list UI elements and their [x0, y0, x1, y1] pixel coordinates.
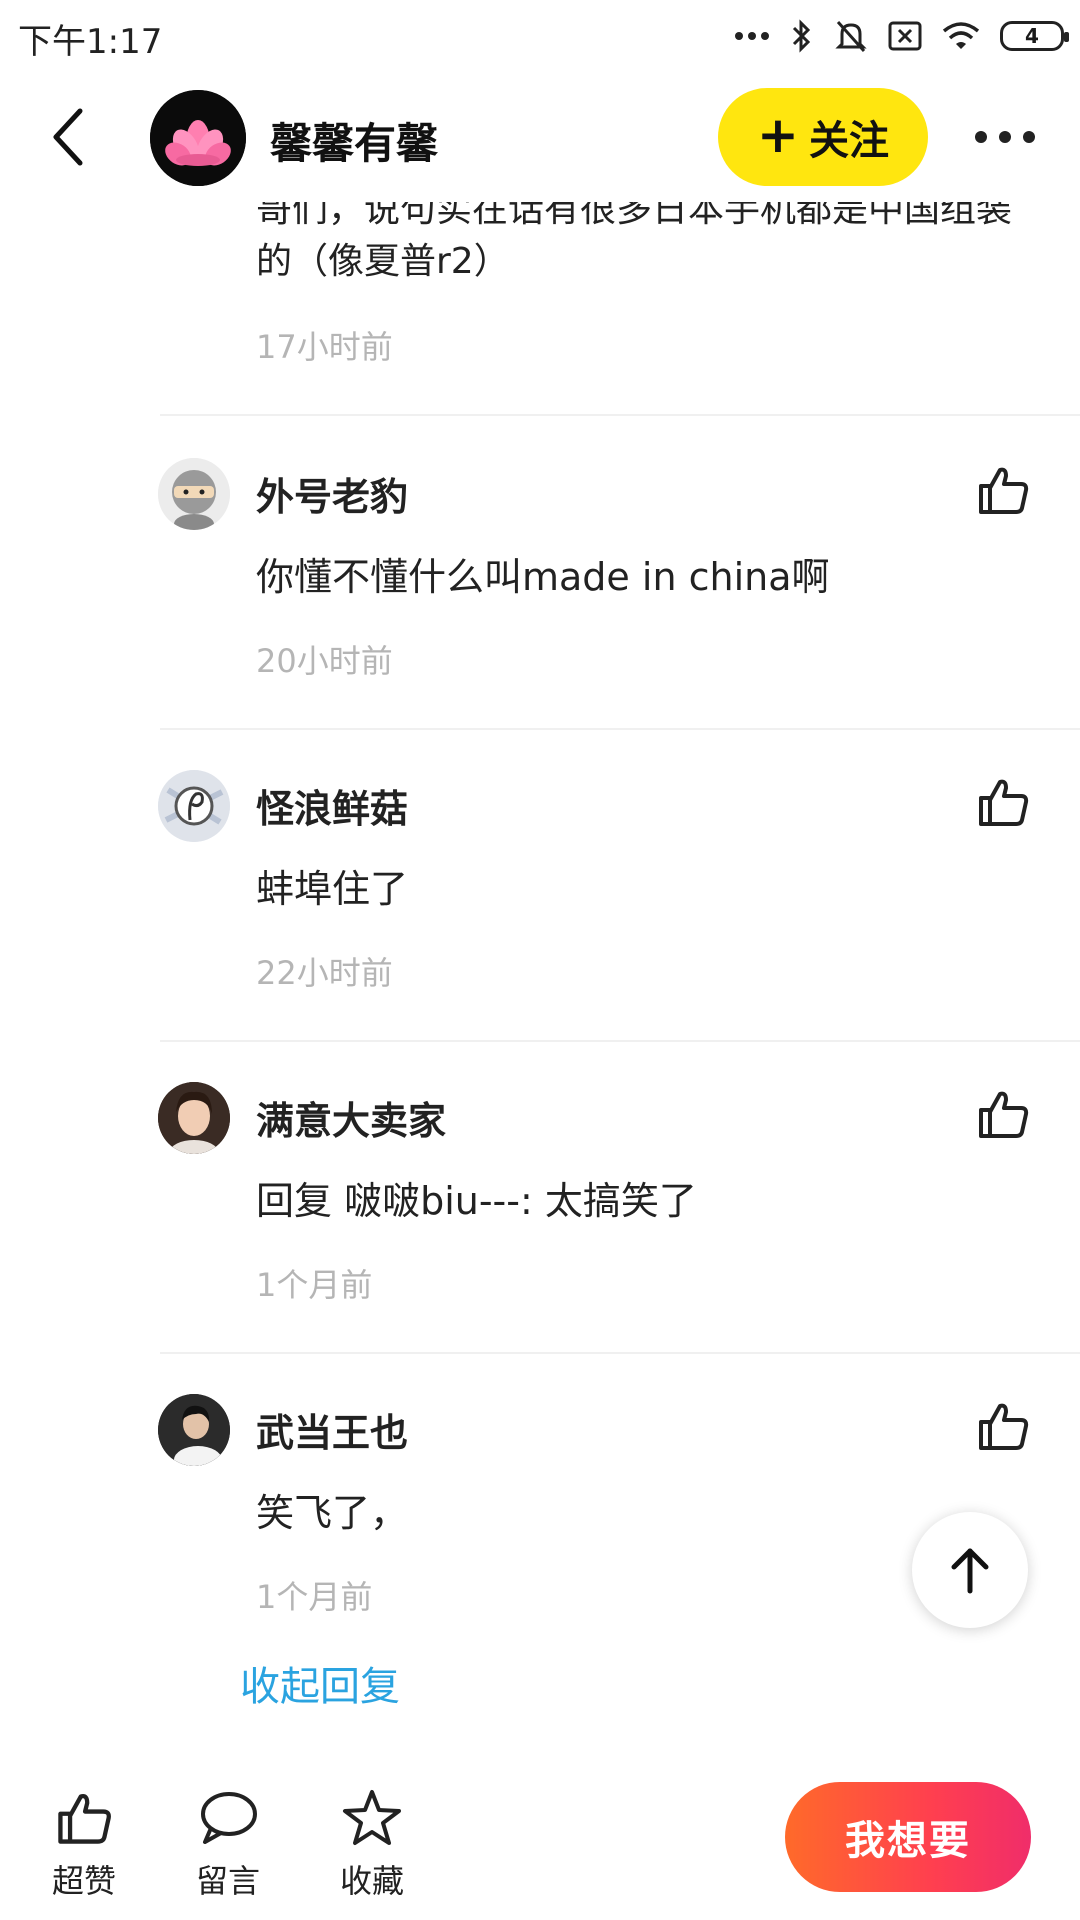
- bottom-action-bar: 超赞 留言 收藏 我想要: [0, 1762, 1080, 1920]
- sticker-avatar-icon: [158, 770, 230, 842]
- comment-text: 哥们，说句实在话有很多日本手机都是中国组装的（像夏普r2）: [256, 202, 1013, 282]
- comment-text: 回复 啵啵biu---: 太搞笑了: [256, 1179, 697, 1223]
- comment-time: 20小时前: [256, 642, 393, 680]
- commenter-name[interactable]: 满意大卖家: [256, 1090, 446, 1145]
- status-icons: 4: [734, 16, 1069, 56]
- commenter-avatar[interactable]: [158, 770, 230, 842]
- comment-item[interactable]: 怪浪鲜菇 蚌埠住了 22小时前: [0, 728, 1080, 1040]
- more-options-button[interactable]: [965, 122, 1045, 152]
- comment-item[interactable]: 武当王也 笑飞了， 1个月前: [0, 1352, 1080, 1664]
- thumbs-up-icon: [979, 467, 1029, 514]
- more-dot-icon: [975, 131, 987, 143]
- want-button[interactable]: 我想要: [785, 1782, 1031, 1892]
- comment-list[interactable]: 哥们，说句实在话有很多日本手机都是中国组装的（像夏普r2） 17小时前 外号老豹…: [0, 202, 1080, 1762]
- collapse-replies-link[interactable]: 收起回复: [240, 1654, 400, 1712]
- plus-icon: +: [757, 106, 799, 164]
- star-icon: [343, 1790, 401, 1845]
- comment-time: 22小时前: [256, 954, 393, 992]
- back-button[interactable]: [38, 102, 98, 172]
- commenter-avatar[interactable]: [158, 1082, 230, 1154]
- comment-time: 1个月前: [256, 1578, 373, 1616]
- like-action-button[interactable]: 超赞: [34, 1788, 134, 1902]
- commenter-avatar[interactable]: [158, 458, 230, 530]
- comment-text: 你懂不懂什么叫made in china啊: [256, 555, 830, 599]
- arrow-up-icon: [951, 1548, 989, 1594]
- battery-icon: 4: [1000, 21, 1069, 51]
- comment-item[interactable]: 满意大卖家 回复 啵啵biu---: 太搞笑了 1个月前: [0, 1040, 1080, 1352]
- header: 馨馨有馨 + 关注: [0, 72, 1080, 202]
- seller-name[interactable]: 馨馨有馨: [270, 110, 438, 171]
- like-button[interactable]: [975, 1398, 1031, 1454]
- like-action-label: 超赞: [51, 1862, 116, 1900]
- comment-action-button[interactable]: 留言: [178, 1788, 278, 1902]
- thumbs-up-icon: [58, 1794, 111, 1844]
- chevron-left-icon: [53, 108, 83, 166]
- chat-bubble-icon: [201, 1792, 257, 1844]
- like-button[interactable]: [975, 462, 1031, 518]
- battery-level: 4: [1025, 24, 1039, 48]
- mute-bell-icon: [835, 20, 867, 53]
- commenter-name[interactable]: 怪浪鲜菇: [256, 778, 408, 833]
- more-dot-icon: [999, 131, 1011, 143]
- commenter-avatar[interactable]: [158, 1394, 230, 1466]
- follow-button[interactable]: + 关注: [718, 88, 928, 186]
- bluetooth-icon: [792, 19, 811, 53]
- thumbs-up-icon: [979, 1091, 1029, 1138]
- thumbs-up-icon: [979, 1403, 1029, 1450]
- sim-off-icon: [888, 21, 922, 51]
- status-bar: 下午1:17 4: [0, 0, 1080, 72]
- follow-label: 关注: [808, 118, 889, 164]
- person-avatar-icon: [158, 1394, 230, 1466]
- like-button[interactable]: [975, 774, 1031, 830]
- comment-time: 17小时前: [256, 328, 393, 366]
- wifi-icon: [942, 22, 980, 49]
- scroll-to-top-button[interactable]: [912, 1512, 1028, 1628]
- comment-time: 1个月前: [256, 1266, 373, 1304]
- favorite-action-button[interactable]: 收藏: [322, 1788, 422, 1902]
- comment-action-label: 留言: [195, 1862, 260, 1900]
- lotus-icon: [150, 90, 246, 186]
- favorite-action-label: 收藏: [339, 1862, 404, 1900]
- more-dot-icon: [1023, 131, 1035, 143]
- commenter-name[interactable]: 武当王也: [256, 1402, 408, 1457]
- signal-dots-icon: [735, 32, 769, 40]
- like-button[interactable]: [975, 1086, 1031, 1142]
- commenter-name[interactable]: 外号老豹: [256, 466, 408, 521]
- comment-item[interactable]: 外号老豹 你懂不懂什么叫made in china啊 20小时前: [0, 416, 1080, 728]
- comment-text: 笑飞了，: [256, 1491, 409, 1535]
- thumbs-up-icon: [979, 779, 1029, 826]
- woman-avatar-icon: [158, 1082, 230, 1154]
- seller-avatar[interactable]: [150, 90, 246, 186]
- comment-text: 蚌埠住了: [256, 867, 409, 911]
- ninja-avatar-icon: [158, 458, 230, 530]
- status-time: 下午1:17: [18, 22, 163, 62]
